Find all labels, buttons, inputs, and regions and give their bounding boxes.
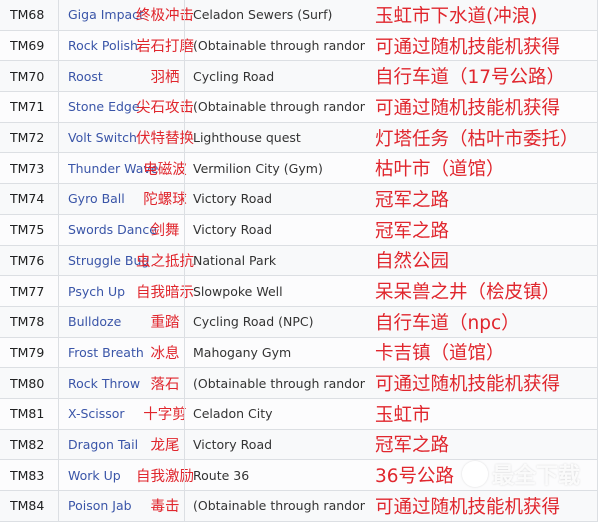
table-row: TM76 Struggle Bug National Park 自然公园 虫之抵抗 xyxy=(0,245,597,277)
location-translation: 玉虹市 xyxy=(375,404,431,426)
table-row: TM79 Frost Breath Mahogany Gym 卡吉镇（道馆） 冰息 xyxy=(0,337,597,369)
tm-number: TM80 xyxy=(10,375,45,391)
location: Mahogany Gym xyxy=(193,344,292,360)
tm-number: TM73 xyxy=(10,160,45,176)
table-row: TM70 Roost Cycling Road 自行车道（17号公路） 羽栖 xyxy=(0,61,597,93)
location-translation: 可通过随机技能机获得 xyxy=(375,97,561,119)
tm-number: TM74 xyxy=(10,191,45,207)
location: (Obtainable through randomized TM) xyxy=(193,498,365,514)
column-divider xyxy=(597,0,598,522)
table-row: TM75 Swords Dance Victory Road 冠军之路 剑舞 xyxy=(0,214,597,246)
table-row: TM82 Dragon Tail Victory Road 冠军之路 龙尾 xyxy=(0,429,597,461)
location-translation: 枯叶市（道馆） xyxy=(375,159,505,181)
table-row: TM69 Rock Polish (Obtainable through rando… xyxy=(0,30,597,62)
move-translation: 十字剪 xyxy=(143,407,187,424)
table-row: TM78 Bulldoze Cycling Road (NPC) 自行车道（npc）重… xyxy=(0,306,597,338)
move-translation: 虫之抵抗 xyxy=(136,253,194,270)
tm-number: TM82 xyxy=(10,436,45,452)
tm-number: TM76 xyxy=(10,252,45,268)
move-translation: 伏特替换 xyxy=(136,131,194,148)
table-row: TM81 X-Scissor Celadon City 玉虹市 十字剪 xyxy=(0,398,597,430)
tm-number: TM77 xyxy=(10,283,45,299)
tm-number: TM68 xyxy=(10,7,45,23)
location-translation: 卡吉镇（道馆） xyxy=(375,343,505,365)
location-translation: 灯塔任务（枯叶市委托） xyxy=(375,128,579,150)
watermark-logo-icon xyxy=(461,461,488,487)
table-row: TM74 Gyro Ball Victory Road 冠军之路 陀螺球 xyxy=(0,184,597,215)
location-translation: 冠军之路 xyxy=(375,435,450,457)
table-row: TM71Stone Edge(Obtainable through random… xyxy=(0,92,597,123)
move-translation: 陀螺球 xyxy=(143,192,187,209)
move-translation: 冰息 xyxy=(150,345,180,362)
location-translation: 可通过随机技能机获得 xyxy=(375,374,561,396)
location-translation: 冠军之路 xyxy=(375,220,450,242)
tm-number: TM83 xyxy=(10,467,45,483)
location: Victory Road xyxy=(193,222,273,238)
move-translation: 毒击 xyxy=(150,499,180,516)
table-row: TM80Rock Throw(Obtainable through random… xyxy=(0,368,597,399)
tm-number: TM70 xyxy=(10,68,45,84)
location: Cycling Road (NPC) xyxy=(193,314,314,330)
table-row: TM77 Psych Up Slowpoke Well 呆呆兽之井（桧皮镇） 自我暗示 xyxy=(0,276,597,307)
move-translation: 羽栖 xyxy=(150,69,180,86)
tm-number: TM69 xyxy=(10,38,45,54)
move-translation: 自我暗示 xyxy=(136,284,194,301)
move-translation: 尖石攻击 xyxy=(136,100,194,117)
move-translation: 岩石打磨 xyxy=(136,39,194,56)
location-translation: 可通过随机技能机获得 xyxy=(375,496,561,518)
move-translation: 落石 xyxy=(150,376,180,393)
location: Lighthouse quest xyxy=(193,130,301,146)
location: Celadon City xyxy=(193,406,273,422)
location-translation: 呆呆兽之井（桧皮镇） xyxy=(375,282,561,304)
tm-number: TM81 xyxy=(10,406,45,422)
location: Slowpoke Well xyxy=(193,283,283,299)
location-translation: 玉虹市下水道(冲浪) xyxy=(375,5,538,27)
location-translation: 可通过随机技能机获得 xyxy=(375,36,561,58)
table-row: TM84Poison Jab(Obtainable through random… xyxy=(0,491,597,522)
location-translation: 自行车道（npc） xyxy=(375,312,520,334)
watermark-text: 最全下载 xyxy=(491,464,580,489)
move-translation: 剑舞 xyxy=(150,223,180,240)
location: Victory Road xyxy=(193,191,273,207)
table-row: TM72 Volt Switch Lighthouse quest 灯塔任务（枯叶市委… xyxy=(0,122,597,154)
tm-number: TM78 xyxy=(10,314,45,330)
location: Victory Road xyxy=(193,436,273,452)
location-translation: 冠军之路 xyxy=(375,189,450,211)
tm-table: TM68 Giga Impact Celadon Sewers (Surf) 玉虹市下… xyxy=(0,0,597,522)
move-translation: 电磁波 xyxy=(143,161,187,178)
location: Cycling Road xyxy=(193,68,275,84)
column-divider xyxy=(58,0,59,522)
location: (Obtainable through randomized TM) xyxy=(193,99,365,115)
location-translation: 自行车道（17号公路） xyxy=(375,67,566,89)
move-translation: 重踏 xyxy=(150,315,180,332)
location: (Obtainable through randomized TM) xyxy=(193,38,365,54)
watermark: 最全下载 xyxy=(461,458,580,490)
table-row: TM68 Giga Impact Celadon Sewers (Surf) 玉虹市下… xyxy=(0,0,597,31)
tm-number: TM71 xyxy=(10,99,45,115)
tm-number: TM84 xyxy=(10,498,45,514)
column-divider xyxy=(184,0,185,522)
tm-number: TM72 xyxy=(10,130,45,146)
location: National Park xyxy=(193,252,277,268)
table-row: TM73 Thunder Wave Vermilion City (Gym) 枯叶市（… xyxy=(0,153,597,185)
move-translation: 终极冲击 xyxy=(136,8,194,25)
move-translation: 龙尾 xyxy=(150,437,180,454)
location-translation: 自然公园 xyxy=(375,251,450,273)
location: Vermilion City (Gym) xyxy=(193,160,323,176)
tm-number: TM75 xyxy=(10,222,45,238)
location: (Obtainable through randomized TM) xyxy=(193,375,365,391)
tm-number: TM79 xyxy=(10,344,45,360)
move-translation: 自我激励 xyxy=(136,468,194,485)
location: Route 36 xyxy=(193,467,250,483)
location: Celadon Sewers (Surf) xyxy=(193,7,333,23)
